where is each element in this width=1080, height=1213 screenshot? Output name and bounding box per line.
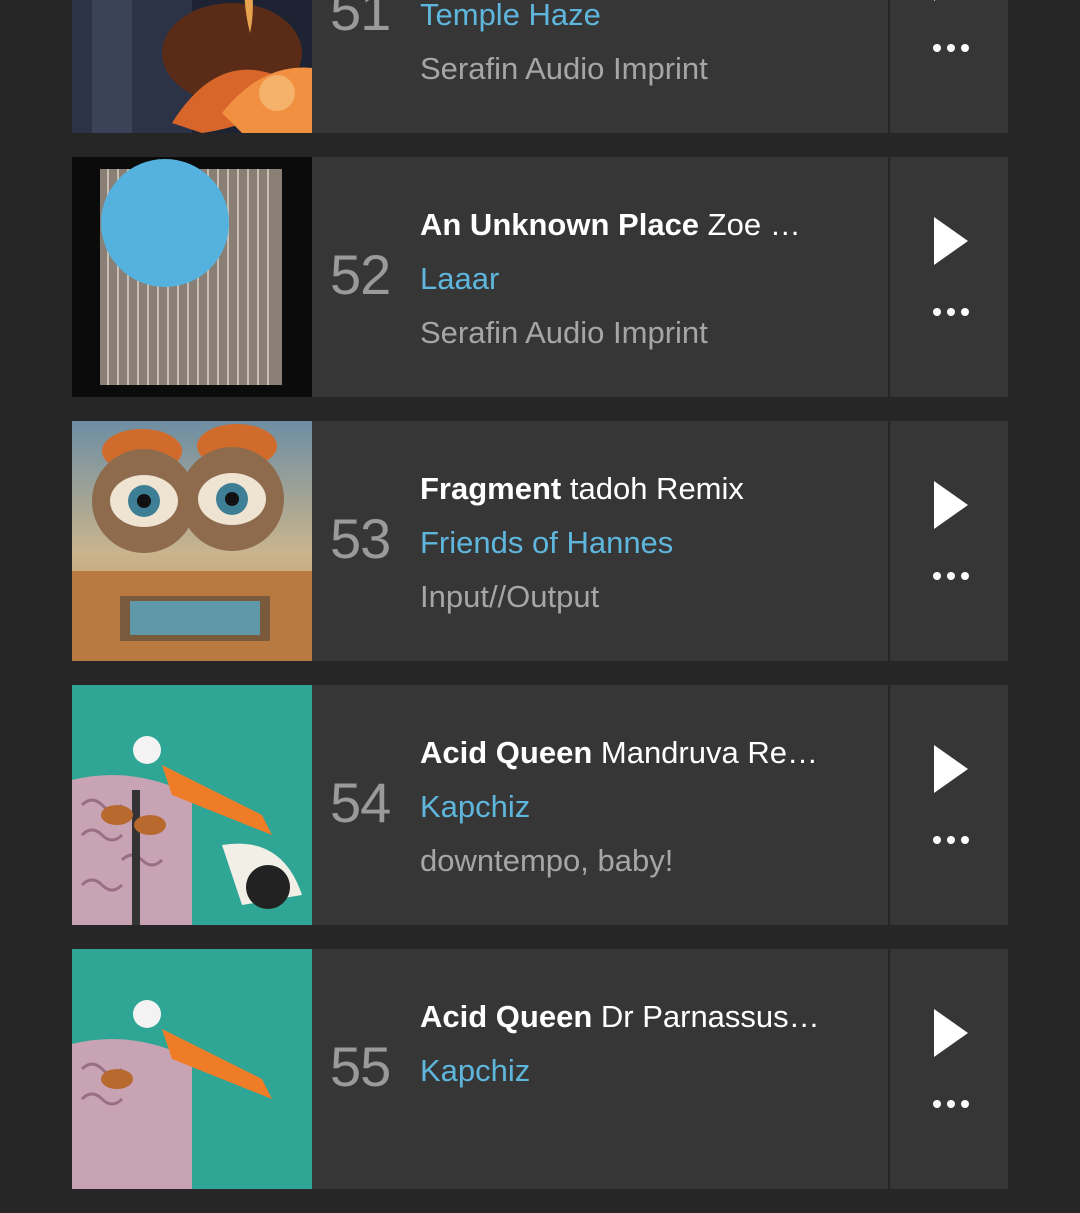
track-title-line[interactable]: Acid Queen Mandruva Re… — [420, 733, 820, 773]
track-rank: 54 — [330, 771, 391, 834]
track-info: Acid Queen Mandruva Re… Kapchiz downtemp… — [420, 733, 820, 881]
track-artist-link[interactable]: Temple Haze — [420, 0, 820, 35]
play-icon[interactable] — [934, 481, 968, 529]
blue-circle-artwork[interactable] — [72, 157, 312, 397]
track-label[interactable]: Input//Output — [420, 577, 820, 617]
row-divider — [888, 949, 890, 1189]
track-artist-link[interactable]: Kapchiz — [420, 1051, 820, 1091]
track-title: Fragment — [420, 471, 562, 506]
play-icon[interactable] — [934, 0, 968, 1]
track-row[interactable]: 54 Acid Queen Mandruva Re… Kapchiz downt… — [72, 685, 1008, 925]
track-row[interactable]: 52 An Unknown Place Zoe … Laaar Serafin … — [72, 157, 1008, 397]
track-title-line[interactable]: Fragment tadoh Remix — [420, 469, 820, 509]
track-artist-link[interactable]: Friends of Hannes — [420, 523, 820, 563]
track-label[interactable]: Serafin Audio Imprint — [420, 49, 820, 89]
track-title-line[interactable]: Acid Queen Dr Parnassus… — [420, 997, 820, 1037]
row-divider — [888, 685, 890, 925]
track-artist-link[interactable]: Laaar — [420, 259, 820, 299]
track-info: Acid Queen Dr Parnassus… Kapchiz — [420, 997, 820, 1105]
more-options-icon[interactable] — [932, 564, 970, 588]
track-mix: Dr Parnassus… — [592, 999, 820, 1034]
track-title: Acid Queen — [420, 735, 593, 770]
fiery-abstract-artwork[interactable] — [72, 0, 312, 133]
play-icon[interactable] — [934, 1009, 968, 1057]
track-mix: Mandruva Re… — [592, 735, 818, 770]
more-options-icon[interactable] — [932, 300, 970, 324]
track-title: Acid Queen — [420, 999, 593, 1034]
track-row[interactable]: 53 Fragment tadoh Remix Friends of Hanne… — [72, 421, 1008, 661]
track-info: Temple Haze Serafin Audio Imprint — [420, 0, 820, 89]
track-rank: 52 — [330, 243, 391, 306]
acid-queen-artwork[interactable] — [72, 949, 312, 1189]
track-row[interactable]: 55 Acid Queen Dr Parnassus… Kapchiz — [72, 949, 1008, 1189]
more-options-icon[interactable] — [932, 1092, 970, 1116]
track-list: 51 Temple Haze Serafin Audio Imprint 52 … — [72, 0, 1008, 1213]
track-title-line[interactable]: An Unknown Place Zoe … — [420, 205, 820, 245]
track-info: An Unknown Place Zoe … Laaar Serafin Aud… — [420, 205, 820, 353]
more-options-icon[interactable] — [932, 828, 970, 852]
track-mix: Zoe … — [699, 207, 801, 242]
track-rank: 53 — [330, 507, 391, 570]
play-icon[interactable] — [934, 217, 968, 265]
track-label[interactable]: downtempo, baby! — [420, 841, 820, 881]
row-divider — [888, 421, 890, 661]
track-rank: 51 — [330, 0, 391, 42]
track-title: An Unknown Place — [420, 207, 700, 242]
more-options-icon[interactable] — [932, 36, 970, 60]
track-rank: 55 — [330, 1035, 391, 1098]
surreal-eyes-artwork[interactable] — [72, 421, 312, 661]
play-icon[interactable] — [934, 745, 968, 793]
row-divider — [888, 157, 890, 397]
track-mix: tadoh Remix — [561, 471, 744, 506]
row-divider — [888, 0, 890, 133]
track-artist-link[interactable]: Kapchiz — [420, 787, 820, 827]
track-info: Fragment tadoh Remix Friends of Hannes I… — [420, 469, 820, 617]
acid-queen-artwork[interactable] — [72, 685, 312, 925]
track-label[interactable]: Serafin Audio Imprint — [420, 313, 820, 353]
track-row[interactable]: 51 Temple Haze Serafin Audio Imprint — [72, 0, 1008, 133]
